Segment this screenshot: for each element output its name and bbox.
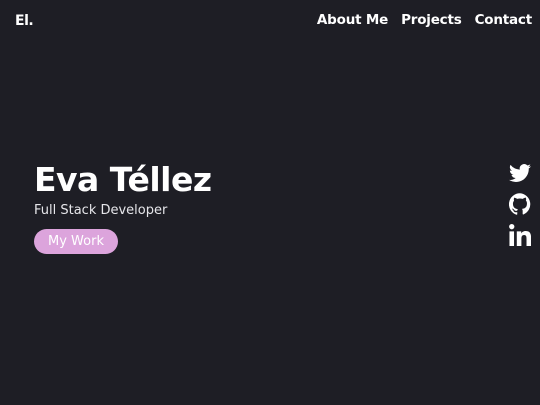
twitter-link[interactable] xyxy=(509,162,531,184)
twitter-icon xyxy=(509,164,531,182)
main-nav: About Me Projects Contact xyxy=(317,12,532,29)
nav-link-about-me[interactable]: About Me xyxy=(317,12,388,29)
social-links xyxy=(509,162,531,246)
nav-link-contact[interactable]: Contact xyxy=(475,12,533,29)
github-icon xyxy=(509,193,531,215)
linkedin-link[interactable] xyxy=(509,224,531,246)
nav-link-projects[interactable]: Projects xyxy=(401,12,462,29)
hero-section: Eva Téllez Full Stack Developer My Work xyxy=(34,160,212,254)
page: El. About Me Projects Contact Eva Téllez… xyxy=(0,0,540,405)
hero-name: Eva Téllez xyxy=(34,160,212,199)
site-logo[interactable]: El. xyxy=(15,13,34,29)
hero-role: Full Stack Developer xyxy=(34,203,168,218)
linkedin-icon xyxy=(509,224,531,246)
github-link[interactable] xyxy=(509,193,531,215)
my-work-button[interactable]: My Work xyxy=(34,229,118,254)
